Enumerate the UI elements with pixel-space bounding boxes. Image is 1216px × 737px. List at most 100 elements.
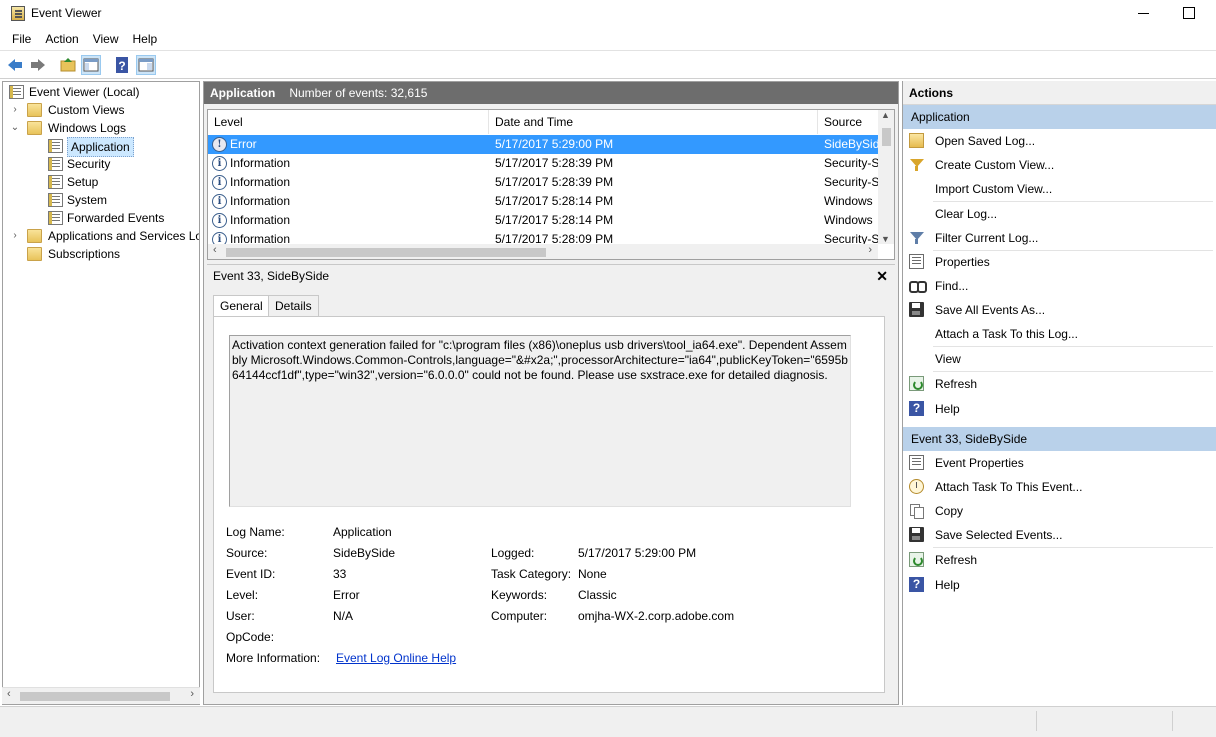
action-label: View — [935, 352, 961, 366]
event-level: Information — [230, 232, 291, 244]
keywords-label: Keywords: — [491, 588, 548, 602]
copy-icon — [909, 503, 924, 519]
chevron-down-icon[interactable]: ⌄ — [9, 119, 21, 137]
event-description[interactable]: Activation context generation failed for… — [229, 335, 851, 507]
tree-item-forwarded-events[interactable]: Forwarded Events — [7, 209, 197, 227]
event-source: Windows — [824, 213, 873, 227]
scroll-thumb[interactable] — [20, 692, 170, 701]
action-label: Refresh — [935, 553, 978, 567]
title-bar: Event Viewer — [0, 0, 1216, 28]
event-date: 5/17/2017 5:28:14 PM — [495, 194, 614, 208]
action-view[interactable]: View — [903, 347, 1216, 371]
menu-view[interactable]: View — [86, 28, 126, 50]
scroll-right-icon[interactable]: › — [868, 244, 872, 256]
log-icon — [48, 139, 63, 153]
action-open-saved-log[interactable]: Open Saved Log... — [903, 129, 1216, 153]
event-list-vertical-scrollbar[interactable]: ▲ ▼ — [878, 110, 894, 244]
window-title: Event Viewer — [31, 6, 102, 20]
action-attach-task-to-event[interactable]: Attach Task To This Event... — [903, 475, 1216, 499]
event-row[interactable]: i Information 5/17/2017 5:28:14 PM Windo… — [208, 192, 878, 211]
chevron-right-icon[interactable]: › — [9, 101, 21, 119]
menu-help[interactable]: Help — [126, 28, 165, 50]
more-info-label: More Information: — [226, 651, 321, 665]
properties-icon — [909, 455, 924, 470]
open-folder-icon — [909, 133, 924, 148]
action-save-selected-events[interactable]: Save Selected Events... — [903, 523, 1216, 547]
tree-horizontal-scrollbar[interactable]: ‹ › — [2, 687, 200, 704]
log-name-value: Application — [333, 525, 392, 539]
info-icon: i — [212, 194, 227, 209]
column-header-level[interactable]: Level — [208, 110, 489, 134]
show-hide-console-tree-icon[interactable] — [81, 55, 101, 75]
tree-item-windows-logs[interactable]: ⌄ Windows Logs — [7, 119, 197, 137]
event-list-horizontal-scrollbar[interactable]: ‹ › — [208, 244, 878, 259]
scroll-down-icon[interactable]: ▼ — [881, 234, 890, 244]
subscriptions-icon — [27, 247, 42, 261]
tree-item-application[interactable]: Application — [7, 137, 197, 157]
tree-item-applications-and-services[interactable]: › Applications and Services Lo — [7, 227, 199, 245]
action-create-custom-view[interactable]: Create Custom View... — [903, 153, 1216, 177]
tree-item-label: System — [67, 193, 108, 207]
forward-arrow-icon[interactable] — [28, 55, 48, 75]
chevron-right-icon[interactable]: › — [9, 227, 21, 245]
up-folder-icon[interactable] — [58, 55, 78, 75]
event-row[interactable]: i Information 5/17/2017 5:28:39 PM Secur… — [208, 154, 878, 173]
scroll-left-icon[interactable]: ‹ — [7, 688, 11, 700]
event-row[interactable]: i Information 5/17/2017 5:28:09 PM Secur… — [208, 230, 878, 244]
actions-section-event[interactable]: Event 33, SideBySide — [903, 427, 1216, 451]
event-date: 5/17/2017 5:28:39 PM — [495, 156, 614, 170]
tree-item-custom-views[interactable]: › Custom Views — [7, 101, 197, 119]
scroll-left-icon[interactable]: ‹ — [213, 244, 217, 256]
task-category-value: None — [578, 567, 607, 581]
event-detail-title: Event 33, SideBySide — [213, 269, 330, 283]
column-header-date-time[interactable]: Date and Time — [489, 110, 818, 134]
tree-item-security[interactable]: Security — [7, 155, 197, 173]
tree-root[interactable]: Event Viewer (Local) — [7, 83, 197, 101]
event-source: Security-S — [824, 232, 878, 244]
action-properties[interactable]: Properties — [903, 250, 1216, 274]
action-refresh-event[interactable]: Refresh — [903, 548, 1216, 572]
event-row[interactable]: i Information 5/17/2017 5:28:14 PM Windo… — [208, 211, 878, 230]
action-clear-log[interactable]: Clear Log... — [903, 202, 1216, 226]
scroll-thumb[interactable] — [226, 248, 546, 257]
action-help[interactable]: ? Help — [903, 397, 1216, 421]
task-icon — [909, 479, 924, 494]
menu-bar: File Action View Help — [0, 28, 1216, 50]
action-save-all-events[interactable]: Save All Events As... — [903, 298, 1216, 322]
show-hide-action-pane-icon[interactable] — [136, 55, 156, 75]
event-row[interactable]: i Information 5/17/2017 5:28:39 PM Secur… — [208, 173, 878, 192]
tree-item-system[interactable]: System — [7, 191, 197, 209]
tab-details[interactable]: Details — [268, 295, 319, 317]
tree-item-subscriptions[interactable]: Subscriptions — [7, 245, 197, 263]
action-help-event[interactable]: ? Help — [903, 573, 1216, 597]
event-log-online-help-link[interactable]: Event Log Online Help — [336, 651, 456, 665]
action-copy[interactable]: Copy — [903, 499, 1216, 523]
event-row[interactable]: ! Error 5/17/2017 5:29:00 PM SideBySide — [208, 135, 878, 154]
event-level: Information — [230, 156, 291, 170]
minimize-button[interactable] — [1126, 2, 1172, 26]
action-attach-task-to-log[interactable]: Attach a Task To this Log... — [903, 322, 1216, 346]
scroll-thumb[interactable] — [882, 128, 891, 146]
action-filter-current-log[interactable]: Filter Current Log... — [903, 226, 1216, 250]
back-arrow-icon[interactable] — [5, 55, 25, 75]
action-event-properties[interactable]: Event Properties — [903, 451, 1216, 475]
action-refresh[interactable]: Refresh — [903, 372, 1216, 396]
tree-item-setup[interactable]: Setup — [7, 173, 197, 191]
save-icon — [909, 302, 924, 317]
maximize-button[interactable] — [1172, 2, 1212, 26]
user-label: User: — [226, 609, 255, 623]
tab-general[interactable]: General — [213, 295, 270, 318]
action-import-custom-view[interactable]: Import Custom View... — [903, 177, 1216, 201]
scroll-up-icon[interactable]: ▲ — [881, 110, 890, 120]
close-icon[interactable]: ✕ — [876, 265, 888, 287]
column-header-source[interactable]: Source — [818, 110, 878, 134]
scroll-right-icon[interactable]: › — [190, 688, 194, 700]
action-find[interactable]: Find... — [903, 274, 1216, 298]
event-source: Windows — [824, 194, 873, 208]
info-icon: i — [212, 232, 227, 244]
event-level: Information — [230, 213, 291, 227]
help-icon[interactable]: ? — [112, 55, 132, 75]
menu-file[interactable]: File — [5, 28, 38, 50]
actions-section-application[interactable]: Application — [903, 105, 1216, 129]
menu-action[interactable]: Action — [38, 28, 85, 50]
